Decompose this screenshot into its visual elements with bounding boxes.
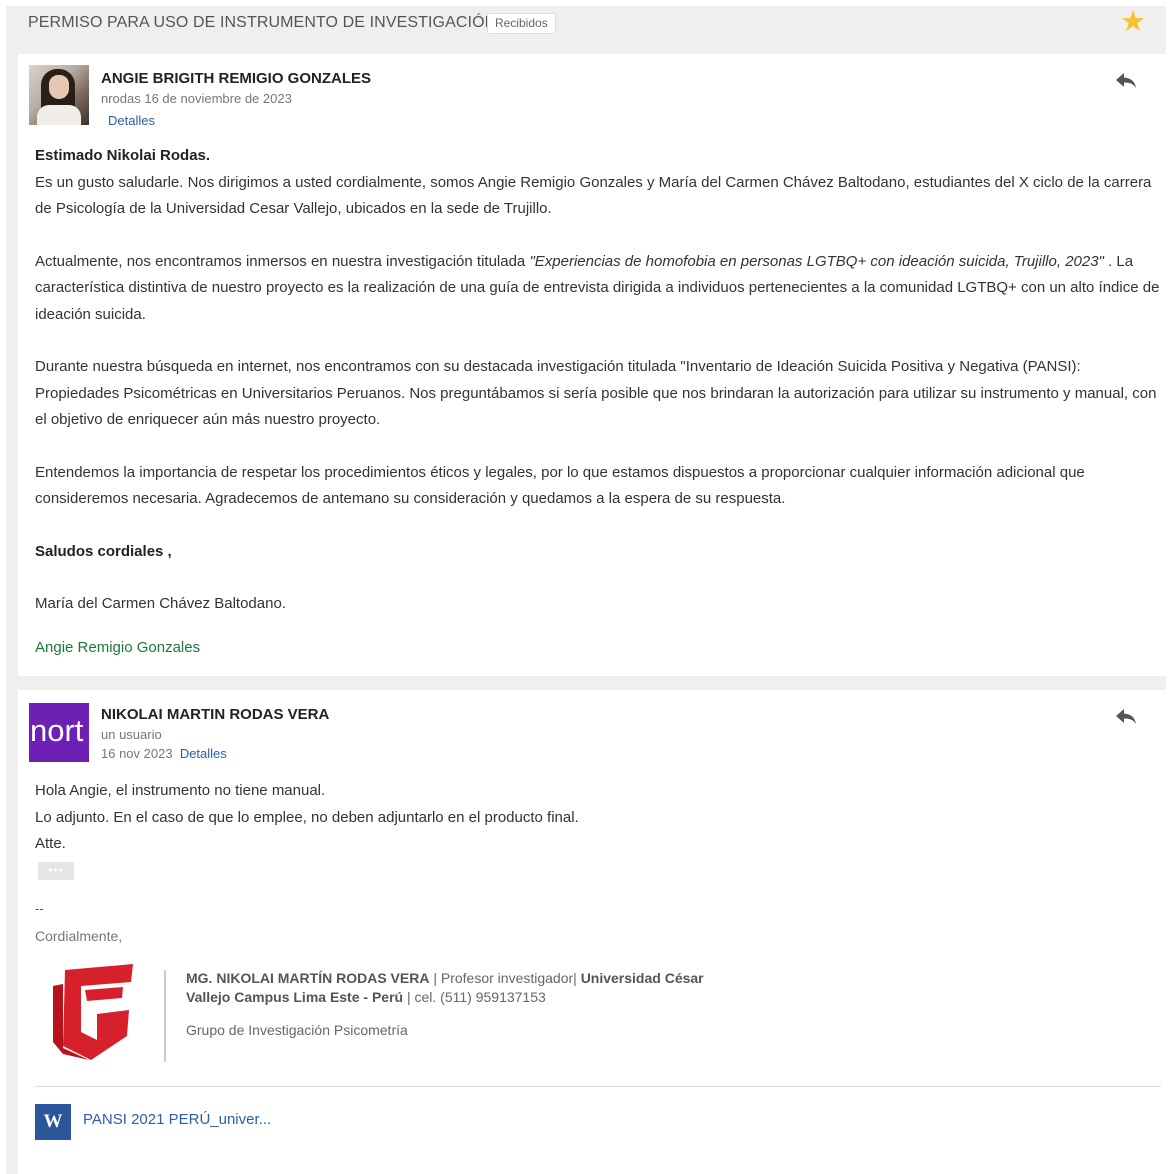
message-body: Hola Angie, el instrumento no tiene manu… [35, 778, 1161, 858]
show-trimmed-content-button[interactable]: ••• [38, 862, 74, 880]
star-icon[interactable]: ★ [1120, 7, 1146, 37]
greeting: Estimado Nikolai Rodas. [35, 147, 211, 164]
attachment-link[interactable]: PANSI 2021 PERÚ_univer... [83, 1111, 271, 1128]
body-text: Actualmente, nos encontramos inmersos en… [35, 252, 530, 270]
signature-name: MG. NIKOLAI MARTÍN RODAS VERA [186, 970, 430, 986]
signature-role: | Profesor investigador| [433, 970, 577, 986]
body-line: Lo adjunto. En el caso de que lo emplee,… [35, 808, 579, 826]
research-title: "Experiencias de homofobia en personas L… [529, 252, 1104, 270]
body-paragraph: Es un gusto saludarle. Nos dirigimos a u… [35, 173, 1152, 218]
closing: Saludos cordiales , [35, 542, 172, 560]
attachment-divider [35, 1086, 1161, 1087]
body-paragraph: Entendemos la importancia de respetar lo… [35, 463, 1085, 508]
recipient-line: un usuario [101, 727, 162, 742]
signature-university: Universidad César [580, 970, 704, 986]
inbox-label[interactable]: Recibidos [487, 13, 556, 34]
message-card: ANGIE BRIGITH REMIGIO GONZALES nrodas 16… [18, 54, 1166, 676]
message-card: nort NIKOLAI MARTIN RODAS VERA un usuari… [18, 690, 1166, 1174]
signature-divider [164, 970, 166, 1062]
signature-group: Grupo de Investigación Psicometría [186, 1022, 408, 1038]
email-subject: PERMISO PARA USO DE INSTRUMENTO DE INVES… [28, 14, 497, 31]
university-logo [53, 964, 133, 1060]
signature-block: MG. NIKOLAI MARTÍN RODAS VERA | Profesor… [186, 969, 704, 1007]
subject-bar: PERMISO PARA USO DE INSTRUMENTO DE INVES… [6, 6, 1166, 44]
signature-campus: Vallejo Campus Lima Este - Perú [186, 989, 404, 1005]
message-body: Estimado Nikolai Rodas. Es un gusto salu… [35, 143, 1161, 661]
body-paragraph: Durante nuestra búsqueda en internet, no… [35, 358, 1157, 428]
date-text: 16 nov 2023 [101, 746, 173, 761]
body-paragraph: Actualmente, nos encontramos inmersos en… [35, 249, 1161, 329]
signature-salutation: Cordialmente, [35, 928, 123, 944]
reply-icon[interactable] [1114, 706, 1138, 726]
body-line: Hola Angie, el instrumento no tiene manu… [35, 782, 326, 799]
sender-name: ANGIE BRIGITH REMIGIO GONZALES [101, 70, 372, 87]
details-link[interactable]: Detalles [108, 113, 155, 128]
signer-name: María del Carmen Chávez Baltodano. [35, 595, 286, 612]
message-date: 16 nov 2023 Detalles [101, 746, 227, 761]
signature-phone: | cel. (511) 959137153 [406, 989, 546, 1005]
details-link[interactable]: Detalles [180, 746, 227, 761]
avatar [29, 65, 89, 125]
recipient-line: nrodas 16 de noviembre de 2023 [101, 91, 292, 106]
email-thread: PERMISO PARA USO DE INSTRUMENTO DE INVES… [6, 6, 1166, 1174]
signature-separator: -- [35, 901, 44, 916]
signer-name: Angie Remigio Gonzales [35, 638, 201, 656]
sender-name: NIKOLAI MARTIN RODAS VERA [101, 706, 330, 723]
reply-icon[interactable] [1114, 70, 1138, 90]
body-line: Atte. [35, 835, 66, 852]
word-document-icon[interactable]: W [35, 1104, 71, 1140]
avatar: nort [29, 703, 89, 762]
